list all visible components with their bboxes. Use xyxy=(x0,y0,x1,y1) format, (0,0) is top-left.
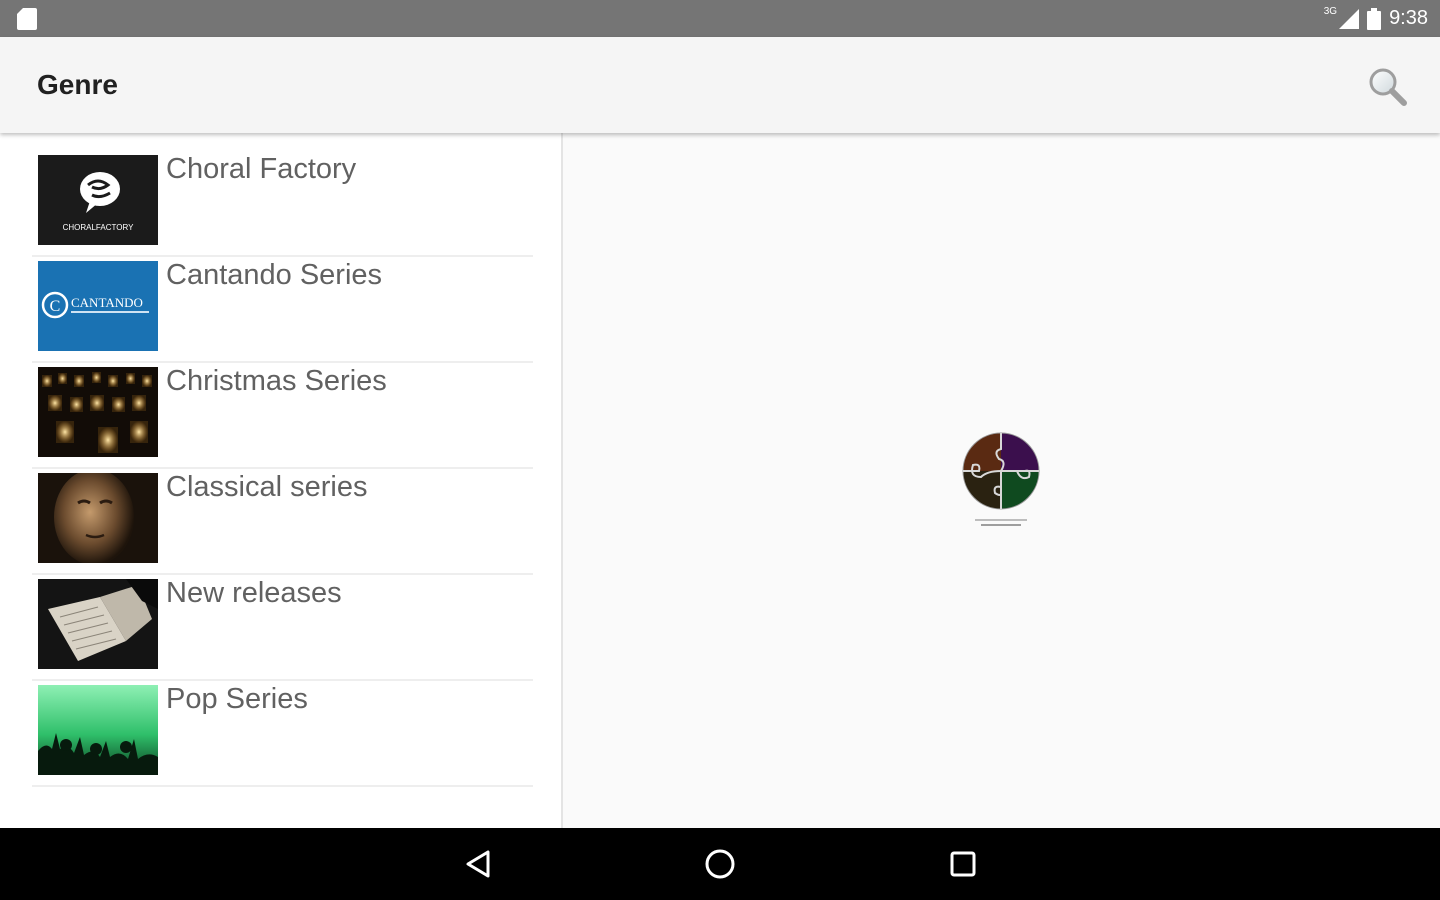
cantando-series-thumbnail: C CANTANDO xyxy=(38,261,158,351)
battery-icon xyxy=(1367,7,1382,30)
detail-pane xyxy=(563,133,1440,828)
search-button[interactable] xyxy=(1366,65,1410,109)
thumb-text: CHORALFACTORY xyxy=(63,223,134,232)
app-logo xyxy=(951,431,1051,531)
sd-card-icon xyxy=(17,8,37,30)
list-item-choral-factory[interactable]: CHORALFACTORY Choral Factory xyxy=(32,151,533,257)
svg-text:C: C xyxy=(50,298,61,315)
genre-label: New releases xyxy=(166,577,342,609)
status-icons: 3G 9:38 xyxy=(1324,0,1428,37)
status-bar: 3G 9:38 xyxy=(0,0,1440,37)
clock: 9:38 xyxy=(1389,7,1428,29)
home-button[interactable] xyxy=(702,846,738,882)
genre-list: CHORALFACTORY Choral Factory C CANTANDO … xyxy=(32,151,533,787)
back-button[interactable] xyxy=(460,846,496,882)
page-title: Genre xyxy=(37,69,118,100)
genre-label: Cantando Series xyxy=(166,259,383,291)
recents-button[interactable] xyxy=(945,846,981,882)
genre-list-pane: CHORALFACTORY Choral Factory C CANTANDO … xyxy=(0,133,561,828)
list-item-cantando-series[interactable]: C CANTANDO Cantando Series xyxy=(32,257,533,363)
back-icon xyxy=(466,850,490,878)
genre-label: Pop Series xyxy=(166,683,308,715)
genre-label: Classical series xyxy=(166,471,368,503)
new-releases-thumbnail xyxy=(38,579,158,669)
genre-label: Christmas Series xyxy=(166,365,387,397)
choral-factory-thumbnail: CHORALFACTORY xyxy=(38,155,158,245)
list-item-classical-series[interactable]: Classical series xyxy=(32,469,533,575)
network-type-label: 3G xyxy=(1323,6,1338,17)
genre-label: Choral Factory xyxy=(166,153,357,185)
search-icon xyxy=(1369,68,1407,106)
recents-icon xyxy=(950,851,976,877)
navigation-bar xyxy=(0,828,1440,900)
list-item-christmas-series[interactable]: Christmas Series xyxy=(32,363,533,469)
christmas-series-thumbnail xyxy=(38,367,158,457)
list-item-pop-series[interactable]: Pop Series xyxy=(32,681,533,787)
pop-series-thumbnail xyxy=(38,685,158,775)
home-icon xyxy=(705,849,735,879)
list-item-new-releases[interactable]: New releases xyxy=(32,575,533,681)
signal-icon xyxy=(1339,8,1360,29)
puzzle-logo-icon xyxy=(962,432,1040,526)
classical-series-thumbnail xyxy=(38,473,158,563)
thumb-text: CANTANDO xyxy=(71,295,143,310)
app-bar: Genre xyxy=(0,37,1440,133)
